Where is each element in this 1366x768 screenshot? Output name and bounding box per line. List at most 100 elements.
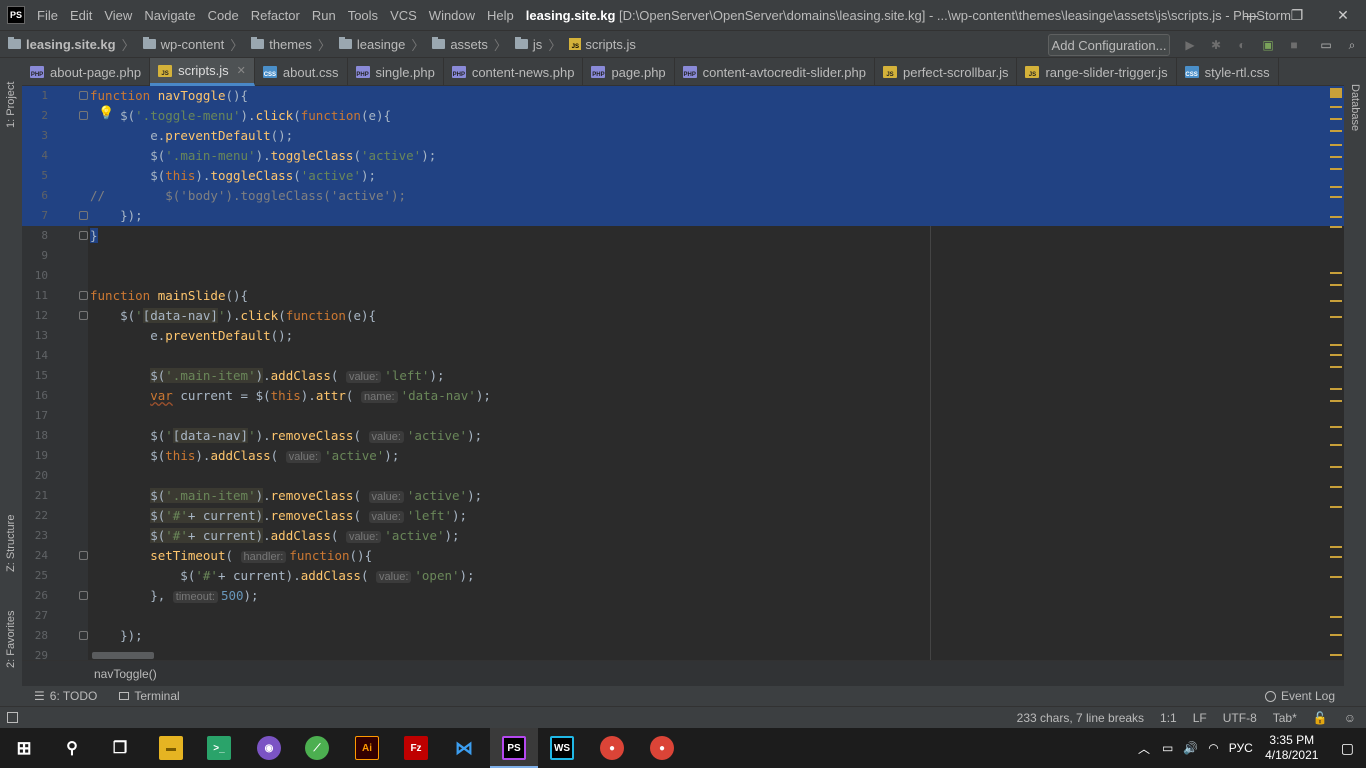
marker[interactable] bbox=[1330, 216, 1342, 218]
marker[interactable] bbox=[1330, 400, 1342, 402]
webstorm-taskbar-icon[interactable]: WS bbox=[550, 736, 574, 760]
language-indicator[interactable]: РУС bbox=[1229, 741, 1253, 755]
illustrator-icon[interactable]: Ai bbox=[355, 736, 379, 760]
code-line[interactable]: 6// $('body').toggleClass('active'); bbox=[22, 186, 1344, 206]
fold-icon[interactable] bbox=[79, 631, 88, 640]
code-line[interactable]: 15 $('.main-item').addClass( value:'left… bbox=[22, 366, 1344, 386]
tab-single-php[interactable]: PHP single.php bbox=[348, 58, 444, 86]
run-icon[interactable]: ▶ bbox=[1183, 38, 1197, 52]
code-line[interactable]: 24 setTimeout( handler: function(){ bbox=[22, 546, 1344, 566]
notifications-icon[interactable]: ▢ bbox=[1341, 740, 1354, 757]
favorites-tool-button[interactable]: 2: Favorites bbox=[5, 598, 17, 668]
marker[interactable] bbox=[1330, 506, 1342, 508]
marker[interactable] bbox=[1330, 466, 1342, 468]
event-log-button[interactable]: Event Log bbox=[1264, 689, 1335, 703]
search-icon[interactable]: ⚲ bbox=[60, 736, 84, 760]
clock[interactable]: 3:35 PM 4/18/2021 bbox=[1257, 733, 1327, 763]
menu-help[interactable]: Help bbox=[487, 8, 514, 23]
code-line[interactable]: 12 $('[data-nav]').click(function(e){ bbox=[22, 306, 1344, 326]
marker[interactable] bbox=[1330, 186, 1342, 188]
search-icon[interactable]: ⌕ bbox=[1345, 38, 1359, 52]
marker[interactable] bbox=[1330, 300, 1342, 302]
lock-icon[interactable]: 🔓 bbox=[1313, 711, 1328, 725]
fold-icon[interactable] bbox=[79, 111, 88, 120]
coverage-icon[interactable]: ◐ bbox=[1235, 38, 1249, 52]
network-icon[interactable]: ◠ bbox=[1208, 741, 1218, 755]
code-breadcrumb[interactable]: navToggle() bbox=[22, 660, 1344, 686]
caret-position[interactable]: 1:1 bbox=[1160, 711, 1177, 725]
code-line[interactable]: 3 e.preventDefault(); bbox=[22, 126, 1344, 146]
stop-icon[interactable]: ■ bbox=[1287, 38, 1301, 52]
todo-tool-button[interactable]: ☰ 6: TODO bbox=[34, 689, 97, 703]
code-line[interactable]: 29 bbox=[22, 646, 1344, 660]
marker[interactable] bbox=[1330, 444, 1342, 446]
marker[interactable] bbox=[1330, 118, 1342, 120]
terminal-app-icon[interactable]: >_ bbox=[207, 736, 231, 760]
marker[interactable] bbox=[1330, 576, 1342, 578]
debug-icon[interactable]: ✱ bbox=[1209, 38, 1223, 52]
marker[interactable] bbox=[1330, 130, 1342, 132]
code-line[interactable]: 25 $('#'+ current).addClass( value:'open… bbox=[22, 566, 1344, 586]
tab-scripts-js[interactable]: JS scripts.js ✕ bbox=[150, 58, 255, 86]
database-tool-button[interactable]: Database bbox=[1349, 84, 1361, 144]
marker[interactable] bbox=[1330, 226, 1342, 228]
marker[interactable] bbox=[1330, 196, 1342, 198]
code-line[interactable]: 19 $(this).addClass( value:'active'); bbox=[22, 446, 1344, 466]
maximize-button[interactable]: ❐ bbox=[1274, 0, 1320, 30]
phpstorm-taskbar-icon[interactable]: PS bbox=[502, 736, 526, 760]
menu-file[interactable]: File bbox=[37, 8, 58, 23]
code-line[interactable]: 9 bbox=[22, 246, 1344, 266]
marker[interactable] bbox=[1330, 156, 1342, 158]
utility-app-icon[interactable]: ⟋ bbox=[305, 736, 329, 760]
volume-icon[interactable]: 🔊 bbox=[1183, 741, 1198, 755]
filezilla-icon[interactable]: Fz bbox=[404, 736, 428, 760]
code-line[interactable]: 1 function navToggle(){ bbox=[22, 86, 1344, 106]
code-line[interactable]: 28 }); bbox=[22, 626, 1344, 646]
marker[interactable] bbox=[1330, 654, 1342, 656]
intention-bulb-icon[interactable]: 💡 bbox=[98, 105, 114, 121]
minimize-button[interactable]: — bbox=[1228, 0, 1274, 30]
marker[interactable] bbox=[1330, 486, 1342, 488]
tool-windows-toggle-icon[interactable] bbox=[7, 712, 18, 723]
close-icon[interactable]: ✕ bbox=[237, 64, 246, 77]
tab-about-css[interactable]: CSS about.css bbox=[255, 58, 348, 86]
terminal-tool-button[interactable]: Terminal bbox=[119, 689, 180, 703]
menu-vcs[interactable]: VCS bbox=[390, 8, 417, 23]
show-hidden-icons-icon[interactable]: ︿ bbox=[1138, 740, 1150, 757]
crumb-wp-content[interactable]: wp-content 〉 bbox=[142, 35, 243, 54]
task-view-icon[interactable]: ❐ bbox=[108, 736, 132, 760]
file-explorer-icon[interactable]: ▬ bbox=[159, 736, 183, 760]
crumb-file[interactable]: JS scripts.js bbox=[569, 37, 636, 52]
chrome-icon[interactable]: ● bbox=[600, 736, 624, 760]
marker[interactable] bbox=[1330, 366, 1342, 368]
marker[interactable] bbox=[1330, 388, 1342, 390]
menu-navigate[interactable]: Navigate bbox=[144, 8, 195, 23]
error-stripe[interactable] bbox=[1330, 86, 1344, 660]
code-line[interactable]: 8} bbox=[22, 226, 1344, 246]
tab-content-news-php[interactable]: PHP content-news.php bbox=[444, 58, 584, 86]
code-line[interactable]: 22 $('#'+ current).removeClass( value:'l… bbox=[22, 506, 1344, 526]
menu-refactor[interactable]: Refactor bbox=[251, 8, 300, 23]
project-tool-button[interactable]: 1: Project bbox=[5, 68, 17, 128]
menu-tools[interactable]: Tools bbox=[348, 8, 378, 23]
marker[interactable] bbox=[1330, 354, 1342, 356]
code-line[interactable]: 4 $('.main-menu').toggleClass('active'); bbox=[22, 146, 1344, 166]
vscode-icon[interactable]: ⋈ bbox=[452, 736, 476, 760]
code-editor[interactable]: 1 function navToggle(){ 2 $('.toggle-menu… bbox=[22, 86, 1344, 660]
crumb-project[interactable]: leasing.site.kg 〉 bbox=[8, 35, 135, 54]
tab-about-page-php[interactable]: PHP about-page.php bbox=[22, 58, 151, 86]
tab-style-rtl-css[interactable]: CSS style-rtl.css bbox=[1177, 58, 1279, 86]
indent-setting[interactable]: Tab* bbox=[1273, 711, 1297, 725]
code-line[interactable]: 17 bbox=[22, 406, 1344, 426]
marker[interactable] bbox=[1330, 144, 1342, 146]
code-line[interactable]: 7 }); bbox=[22, 206, 1344, 226]
horizontal-scrollbar[interactable] bbox=[92, 652, 154, 659]
menu-window[interactable]: Window bbox=[429, 8, 475, 23]
code-line[interactable]: 13 e.preventDefault(); bbox=[22, 326, 1344, 346]
chat-app-icon[interactable]: ◉ bbox=[257, 736, 281, 760]
fold-icon[interactable] bbox=[79, 591, 88, 600]
profile-icon[interactable]: ▣ bbox=[1261, 38, 1275, 52]
crumb-themes[interactable]: themes 〉 bbox=[251, 35, 331, 54]
code-line[interactable]: 23 $('#'+ current).addClass( value:'acti… bbox=[22, 526, 1344, 546]
structure-tool-button[interactable]: Z: Structure bbox=[5, 502, 17, 572]
